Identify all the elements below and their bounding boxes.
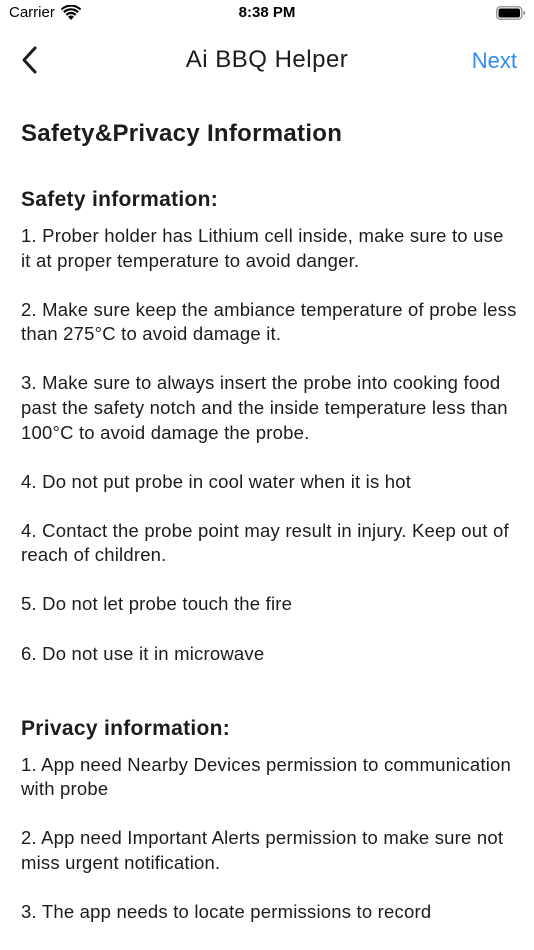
- privacy-item: 3. The app needs to locate permissions t…: [21, 901, 432, 922]
- safety-item: 5. Do not let probe touch the fire: [21, 593, 293, 615]
- safety-item: 2. Make sure keep the ambiance temperatu…: [21, 298, 517, 345]
- privacy-item: 1. App need Nearby Devices permission to…: [21, 753, 511, 800]
- safety-item: 4. Do not put probe in cool water when i…: [21, 470, 412, 492]
- next-button[interactable]: Next: [472, 48, 517, 74]
- safety-section: Safety information: 1. Prober holder has…: [21, 186, 517, 666]
- nav-title: Ai BBQ Helper: [185, 46, 349, 73]
- status-time: 8:38 PM: [238, 4, 296, 21]
- info-content: Safety&Privacy Information Safety inform…: [21, 118, 517, 949]
- status-bar: Carrier 8:38 PM: [0, 0, 534, 28]
- privacy-item: 2. App need Important Alerts permission …: [21, 827, 504, 873]
- battery-icon: [496, 6, 526, 20]
- safety-item: 1. Prober holder has Lithium cell inside…: [21, 225, 504, 271]
- privacy-section: Privacy information: 1. App need Nearby …: [21, 715, 517, 925]
- privacy-heading: Privacy information:: [21, 716, 231, 740]
- safety-item: 3. Make sure to always insert the probe …: [21, 372, 508, 443]
- navigation-bar: Ai BBQ Helper Next: [0, 28, 534, 96]
- safety-heading: Safety information:: [21, 188, 219, 211]
- page-title: Safety&Privacy Information: [21, 120, 343, 147]
- safety-item: 6. Do not use it in microwave: [21, 642, 265, 664]
- safety-item: 4. Contact the probe point may result in…: [21, 519, 509, 566]
